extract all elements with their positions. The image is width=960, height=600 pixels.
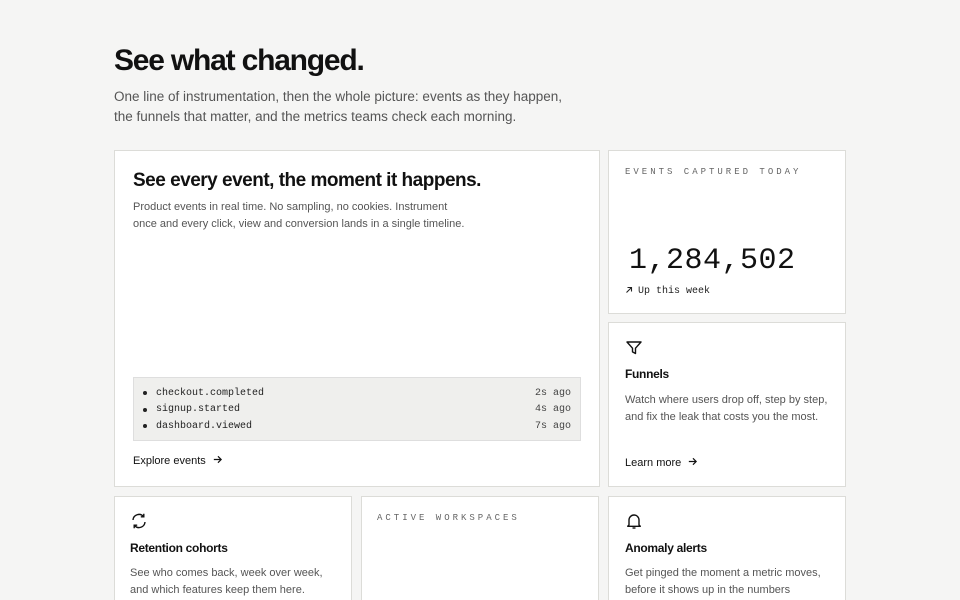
funnel-icon (625, 339, 643, 357)
explore-events-label: Explore events (133, 455, 206, 467)
refresh-icon (130, 512, 148, 530)
retention-card: Retention cohorts See who comes back, we… (114, 496, 352, 600)
funnels-card: Funnels Watch where users drop off, step… (608, 322, 846, 487)
events-captured-trend: Up this week (625, 286, 710, 297)
event-time: 4s ago (534, 404, 571, 416)
bullet-icon (143, 407, 147, 412)
bell-icon (625, 512, 643, 530)
anomaly-alerts-card: Anomaly alerts Get pinged the moment a m… (608, 496, 846, 600)
arrow-up-right-icon (625, 286, 633, 297)
page-subtitle: One line of instrumentation, then the wh… (114, 89, 563, 124)
event-time: 2s ago (534, 387, 571, 399)
event-time: 7s ago (534, 420, 571, 432)
event-name: signup.started (156, 404, 241, 416)
retention-description: See who comes back, week over week, and … (130, 567, 323, 596)
learn-more-link[interactable]: Learn more (625, 456, 698, 470)
active-workspaces-card: ACTIVE WORKSPACES (361, 496, 599, 600)
funnels-description: Watch where users drop off, step by step… (625, 394, 828, 423)
anomaly-alerts-title: Anomaly alerts (625, 541, 707, 555)
events-captured-value: 1,284,502 (629, 244, 796, 278)
events-captured-card: EVENTS CAPTURED TODAY 1,284,502 Up this … (608, 150, 846, 314)
explore-events-link[interactable]: Explore events (133, 454, 223, 468)
bullet-icon (143, 424, 147, 429)
arrow-right-icon (687, 456, 698, 470)
event-feed-row: checkout.completed 2s ago (143, 385, 571, 402)
bullet-icon (143, 391, 147, 396)
event-feed-row: signup.started 4s ago (143, 402, 571, 419)
learn-more-label: Learn more (625, 457, 682, 469)
event-feed: checkout.completed 2s ago signup.started… (133, 377, 581, 441)
events-card: See every event, the moment it happens. … (114, 150, 600, 487)
arrow-right-icon (212, 454, 223, 468)
event-name: checkout.completed (156, 387, 265, 399)
retention-title: Retention cohorts (130, 541, 228, 555)
active-workspaces-caption: ACTIVE WORKSPACES (377, 513, 520, 523)
events-card-description: Product events in real time. No sampling… (133, 201, 465, 230)
event-feed-row: dashboard.viewed 7s ago (143, 418, 571, 435)
funnels-title: Funnels (625, 367, 669, 381)
events-captured-trend-label: Up this week (638, 286, 711, 297)
event-name: dashboard.viewed (156, 420, 253, 432)
anomaly-alerts-description: Get pinged the moment a metric moves, be… (625, 567, 821, 596)
page-title: See what changed. (114, 44, 365, 77)
events-card-title: See every event, the moment it happens. (133, 170, 481, 191)
events-captured-caption: EVENTS CAPTURED TODAY (625, 167, 802, 177)
